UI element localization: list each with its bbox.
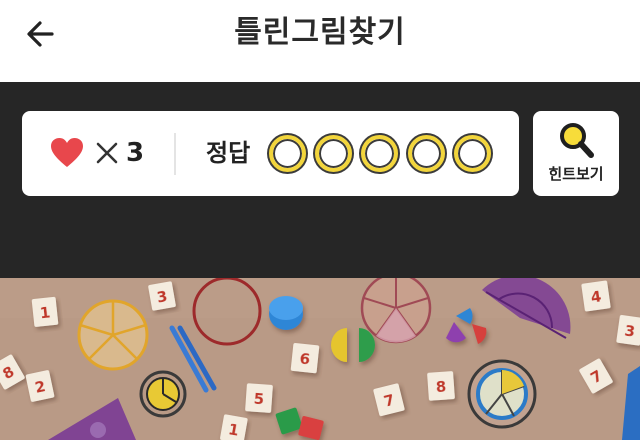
answer-slot-1 (269, 135, 306, 172)
times-icon (96, 142, 118, 164)
puzzle-image[interactable]: 1 3 6 4 3 8 5 7 8 7 2 1 (0, 278, 640, 440)
answer-slot-5 (454, 135, 491, 172)
hint-button[interactable]: 힌트보기 (533, 111, 619, 196)
magnifier-icon (560, 123, 594, 158)
answer-slot-2 (315, 135, 352, 172)
number-tile: 6 (299, 350, 311, 369)
number-tile: 1 (39, 303, 51, 322)
math-toys-picture: 1 3 6 4 3 8 5 7 8 7 2 1 (0, 278, 640, 440)
lives-count: 3 (126, 138, 145, 168)
hint-label: 힌트보기 (548, 165, 604, 183)
striped-fraction-circle (467, 359, 537, 429)
answer-slot-3 (361, 135, 398, 172)
number-tile: 5 (253, 390, 265, 409)
pink-fraction-circle (360, 278, 432, 344)
status-card: 3 정답 (22, 111, 519, 196)
number-tile: 8 (435, 378, 447, 397)
answer-slot-4 (408, 135, 445, 172)
heart-icon (51, 138, 83, 167)
small-fraction-ring (139, 370, 187, 418)
answer-label: 정답 (206, 139, 251, 167)
blue-disc (269, 296, 303, 330)
page-title: 틀린그림찾기 (234, 15, 406, 50)
app-header: 틀린그림찾기 (0, 0, 640, 82)
divider (174, 133, 176, 175)
yellow-fraction-circle (77, 299, 149, 371)
